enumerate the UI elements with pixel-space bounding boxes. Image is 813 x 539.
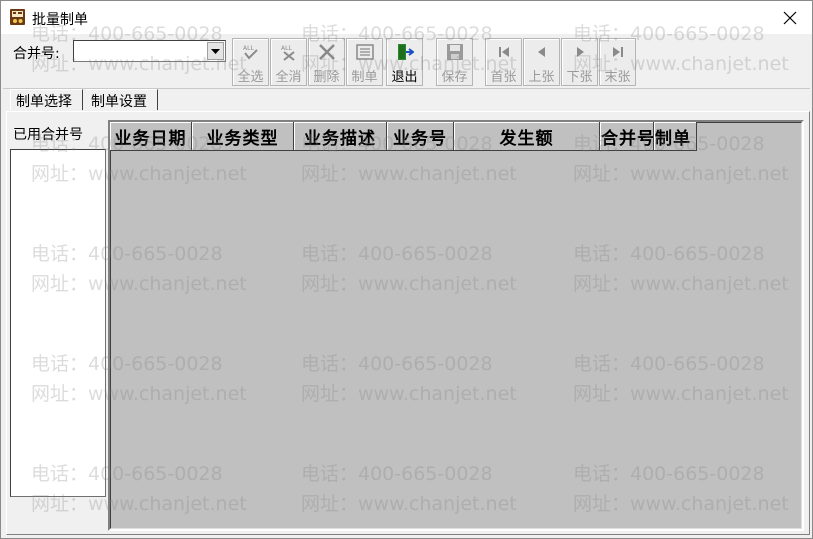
prev-record-button[interactable]: 上张 — [523, 38, 560, 86]
select-all-button[interactable]: ALL 全选 — [232, 38, 269, 86]
first-label: 首张 — [490, 70, 517, 85]
grid-body — [110, 122, 802, 529]
delete-button[interactable]: 删除 — [308, 38, 345, 86]
deselect-all-button[interactable]: ALL 全消 — [270, 38, 307, 86]
first-icon — [495, 43, 513, 61]
make-voucher-button[interactable]: 制单 — [346, 38, 383, 86]
next-label: 下张 — [566, 70, 593, 85]
delete-icon — [318, 43, 336, 61]
next-record-button[interactable]: 下张 — [561, 38, 598, 86]
last-icon — [609, 43, 627, 61]
exit-button[interactable]: 退出 — [386, 38, 423, 86]
delete-label: 删除 — [313, 70, 340, 85]
save-button[interactable]: 保存 — [436, 38, 473, 86]
prev-icon — [533, 43, 551, 61]
last-label: 末张 — [604, 70, 631, 85]
tab-voucher-settings[interactable]: 制单设置 — [86, 89, 158, 110]
close-icon — [783, 11, 797, 24]
chevron-down-icon[interactable] — [207, 42, 224, 60]
window-title: 批量制单 — [32, 12, 88, 28]
voucher-icon — [356, 43, 374, 61]
svg-text:ALL: ALL — [243, 45, 254, 52]
deselect-all-icon: ALL — [280, 43, 298, 61]
close-button[interactable] — [768, 1, 812, 34]
used-merge-numbers-list[interactable] — [10, 149, 106, 497]
used-merge-numbers-label: 已用合并号 — [13, 127, 83, 143]
select-all-label: 全选 — [237, 70, 264, 85]
business-grid[interactable]: 业务日期 业务类型 业务描述 业务号 发生额 合并号 制单 — [108, 120, 804, 531]
save-icon — [446, 43, 464, 61]
exit-icon — [396, 43, 415, 61]
toolbar: 合并号: ALL 全选 ALL 全消 删除 制单 退出 保存 首张 上张 下张 … — [3, 35, 810, 89]
column-header-description[interactable]: 业务描述 — [294, 122, 387, 151]
grid-header: 业务日期 业务类型 业务描述 业务号 发生额 合并号 制单 — [110, 122, 697, 151]
make-voucher-label: 制单 — [351, 70, 378, 85]
select-all-icon: ALL — [242, 43, 260, 61]
save-label: 保存 — [441, 70, 468, 85]
app-icon — [9, 8, 27, 26]
next-icon — [571, 43, 589, 61]
column-header-date[interactable]: 业务日期 — [110, 122, 192, 151]
column-header-make[interactable]: 制单 — [654, 122, 697, 151]
prev-label: 上张 — [528, 70, 555, 85]
deselect-all-label: 全消 — [275, 70, 302, 85]
title-bar: 批量制单 — [1, 1, 812, 34]
last-record-button[interactable]: 末张 — [599, 38, 636, 86]
exit-label: 退出 — [391, 70, 418, 85]
svg-text:ALL: ALL — [281, 45, 292, 52]
column-header-business-no[interactable]: 业务号 — [387, 122, 454, 151]
column-header-type[interactable]: 业务类型 — [192, 122, 294, 151]
merge-number-label: 合并号: — [13, 46, 60, 62]
first-record-button[interactable]: 首张 — [485, 38, 522, 86]
batch-voucher-window: 批量制单 合并号: ALL 全选 ALL 全消 删除 制单 退出 保存 首张 上… — [0, 0, 813, 539]
merge-number-select[interactable] — [73, 40, 226, 62]
tab-voucher-select[interactable]: 制单选择 — [10, 89, 83, 110]
column-header-merge-no[interactable]: 合并号 — [600, 122, 654, 151]
column-header-amount[interactable]: 发生额 — [454, 122, 600, 151]
